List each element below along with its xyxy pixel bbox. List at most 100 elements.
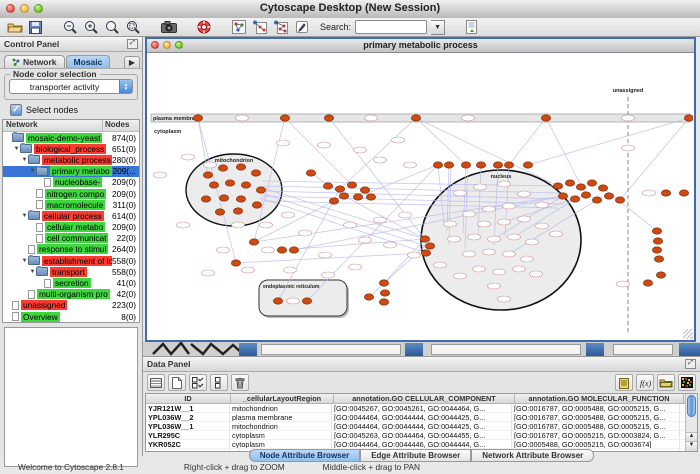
expand-arrow-icon[interactable]: ▼ [13,146,20,152]
network-node[interactable] [598,185,607,191]
node-label-oval[interactable] [503,203,516,209]
network-node[interactable] [684,115,693,121]
node-label-oval[interactable] [242,267,255,273]
float-panel-icon[interactable]: ⤢ [685,359,696,369]
tree-row[interactable]: unassigned223(0) [3,300,139,311]
node-label-oval[interactable] [498,296,511,302]
node-label-oval[interactable] [344,222,357,228]
network-node[interactable] [379,280,388,286]
network-node[interactable] [656,272,665,278]
expand-arrow-icon[interactable]: ▼ [21,213,28,219]
node-label-oval[interactable] [462,115,475,121]
network-node[interactable] [251,170,260,176]
network-node[interactable] [679,190,688,196]
node-label-oval[interactable] [319,252,332,258]
network-node[interactable] [215,209,224,215]
node-label-oval[interactable] [508,234,521,240]
network-node[interactable] [615,197,624,203]
node-label-oval[interactable] [359,237,372,243]
zoom-fit-icon[interactable] [104,20,121,35]
network-node[interactable] [576,184,585,190]
tree-row[interactable]: ▼metabolic process280(0) [3,154,139,165]
select-attributes-icon[interactable] [189,374,207,391]
node-label-oval[interactable] [473,266,486,272]
apply-layout-2-icon[interactable] [272,20,289,35]
network-node[interactable] [329,198,338,204]
network-node[interactable] [280,115,289,121]
node-label-oval[interactable] [488,236,501,242]
network-node[interactable] [249,239,258,245]
node-label-oval[interactable] [260,222,273,228]
node-label-oval[interactable] [498,219,511,225]
network-edge[interactable] [285,118,352,185]
select-nodes-checkbox[interactable]: ✓ [10,104,22,116]
network-node[interactable] [661,190,670,196]
tab-mosaic[interactable]: Mosaic [66,55,111,68]
more-tabs-arrow[interactable]: ▶ [124,56,140,68]
network-node[interactable] [425,243,434,249]
tree-row[interactable]: macromolecule311(0) [3,199,139,210]
network-node[interactable] [433,162,442,168]
tree-row[interactable]: ▼transport558(0) [3,266,139,277]
network-node[interactable] [193,115,202,121]
node-color-combobox[interactable]: transporter activity ▲▼ [9,79,133,94]
node-label-oval[interactable] [404,162,417,168]
network-node[interactable] [461,162,470,168]
network-node[interactable] [592,197,601,203]
tree-row[interactable]: multi-organism pro42(0) [3,289,139,300]
tab-network[interactable]: Network [4,55,65,68]
node-label-oval[interactable] [622,145,635,151]
create-attribute-icon[interactable] [168,374,186,391]
node-label-oval[interactable] [493,269,506,275]
network-node[interactable] [565,180,574,186]
node-label-oval[interactable] [284,267,297,273]
network-node[interactable] [643,280,652,286]
zoom-in-icon[interactable] [83,20,100,35]
node-label-oval[interactable] [154,172,167,178]
node-label-oval[interactable] [463,211,476,217]
select-nodes-option[interactable]: ✓ Select nodes [10,104,142,116]
expand-arrow-icon[interactable]: ▼ [29,168,36,174]
node-label-oval[interactable] [530,271,543,277]
network-edge[interactable] [416,118,466,165]
node-label-oval[interactable] [217,247,230,253]
network-node[interactable] [289,247,298,253]
tree-row[interactable]: ▼establishment of lo558(0) [3,255,139,266]
network-node[interactable] [421,250,430,256]
network-node[interactable] [241,182,250,188]
import-network-icon[interactable] [463,20,480,35]
node-label-oval[interactable] [374,217,387,223]
node-label-oval[interactable] [299,230,312,236]
network-node[interactable] [339,193,348,199]
table-row[interactable]: YKR052Ccytoplasm[GO:0044464, GO:0044446,… [146,440,697,449]
node-label-oval[interactable] [374,157,387,163]
network-node[interactable] [558,193,567,199]
tree-row[interactable]: nucleobase-209(0) [3,177,139,188]
node-label-oval[interactable] [182,154,195,160]
node-label-oval[interactable] [518,191,531,197]
save-icon[interactable] [27,20,44,35]
node-label-oval[interactable] [617,281,630,287]
network-edge[interactable] [261,193,426,246]
network-node[interactable] [306,170,315,176]
network-node[interactable] [587,180,596,186]
expand-arrow-icon[interactable]: ▼ [21,157,28,163]
import-attributes-icon[interactable] [657,374,675,391]
node-label-oval[interactable] [384,242,397,248]
formula-icon[interactable]: f(x) [636,374,654,391]
table-row[interactable]: YPL036W__1mitochondrion[GO:0044464, GO:0… [146,422,697,431]
node-label-oval[interactable] [282,212,295,218]
network-node[interactable] [347,182,356,188]
node-label-oval[interactable] [643,190,656,196]
node-label-oval[interactable] [483,249,496,255]
node-label-oval[interactable] [622,115,635,121]
node-label-oval[interactable] [322,272,335,278]
table-scrollbar[interactable]: ▲ ▼ [685,394,697,451]
open-icon[interactable] [6,20,23,35]
node-label-oval[interactable] [434,262,447,268]
node-label-oval[interactable] [262,247,275,253]
network-edge[interactable] [260,198,426,253]
network-node[interactable] [252,202,261,208]
node-label-oval[interactable] [232,222,245,228]
network-node[interactable] [209,182,218,188]
